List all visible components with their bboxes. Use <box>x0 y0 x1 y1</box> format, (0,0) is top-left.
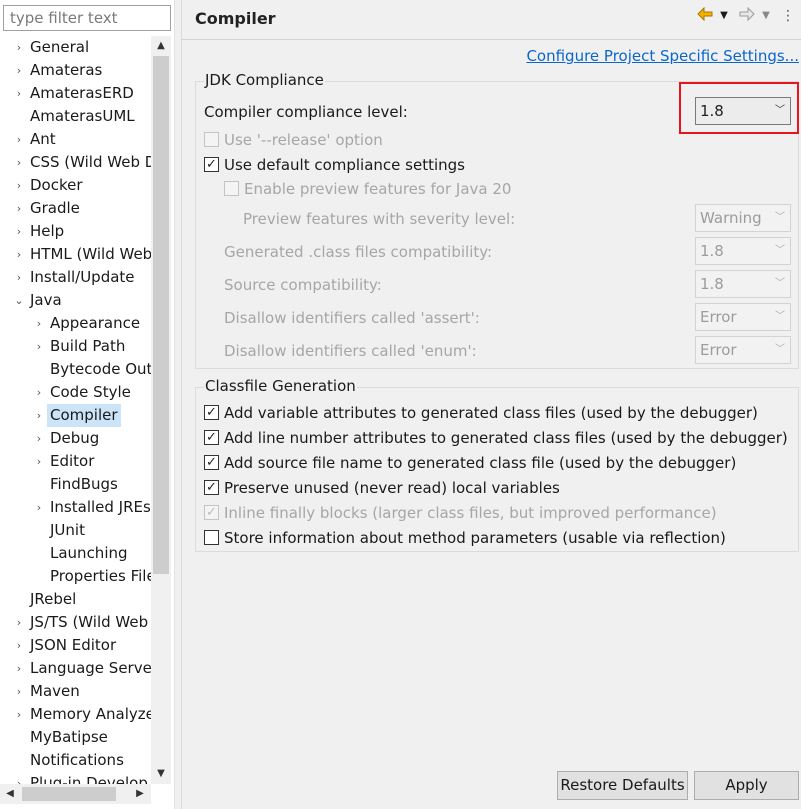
expand-icon[interactable]: › <box>13 680 25 703</box>
group-title: Classfile Generation <box>204 377 357 395</box>
page-title: Compiler <box>195 9 276 28</box>
chevron-down-icon: ﹀ <box>775 105 785 116</box>
expand-icon[interactable]: › <box>13 772 25 784</box>
forward-dropdown-icon[interactable]: ▼ <box>760 7 772 25</box>
tree-vertical-scrollbar[interactable]: ▲ ▼ <box>151 36 171 784</box>
generated-compat-select[interactable]: 1.8 ﹀ <box>695 237 791 265</box>
view-menu-icon[interactable]: ⋮ <box>781 7 795 25</box>
expand-icon[interactable]: › <box>13 220 25 243</box>
back-arrow-icon[interactable] <box>696 6 714 25</box>
scrollbar-thumb[interactable] <box>153 56 169 574</box>
checkbox-icon <box>204 132 219 147</box>
group-title: JDK Compliance <box>204 71 325 89</box>
chevron-down-icon: ﹀ <box>775 344 785 355</box>
pane-divider[interactable] <box>174 0 182 809</box>
preview-severity-select[interactable]: Warning ﹀ <box>695 204 791 232</box>
expand-icon[interactable]: › <box>13 36 25 59</box>
chevron-down-icon: ﹀ <box>775 245 785 256</box>
expand-icon[interactable]: › <box>13 266 25 289</box>
scroll-up-icon[interactable]: ▲ <box>151 37 171 55</box>
preference-tree: › General › Amateras › AmaterasERD Amateras… <box>0 36 151 784</box>
expand-icon[interactable]: › <box>13 82 25 105</box>
expand-icon[interactable]: › <box>13 657 25 680</box>
checkbox-icon <box>204 530 219 545</box>
chevron-down-icon: ﹀ <box>775 278 785 289</box>
expand-icon[interactable]: › <box>13 174 25 197</box>
compliance-level-select[interactable]: 1.8 ﹀ <box>695 97 791 125</box>
expand-icon[interactable]: › <box>33 381 45 404</box>
checkmark-icon: ✓ <box>204 430 219 445</box>
expand-icon[interactable]: › <box>13 634 25 657</box>
checkbox-icon <box>224 181 239 196</box>
checkmark-icon: ✓ <box>204 455 219 470</box>
checkmark-icon: ✓ <box>204 157 219 172</box>
expand-icon[interactable]: › <box>33 496 45 519</box>
title-separator <box>182 39 801 40</box>
expand-icon[interactable]: › <box>13 59 25 82</box>
checkmark-icon: ✓ <box>204 480 219 495</box>
enum-identifier-select[interactable]: Error ﹀ <box>695 336 791 364</box>
tree-horizontal-scrollbar[interactable]: ◀ ▶ <box>0 784 151 804</box>
expand-icon[interactable]: › <box>33 312 45 335</box>
scroll-right-icon[interactable]: ▶ <box>131 784 149 804</box>
configure-project-settings-link[interactable]: Configure Project Specific Settings... <box>526 47 799 65</box>
expand-icon[interactable]: › <box>13 703 25 726</box>
chevron-down-icon: ﹀ <box>775 311 785 322</box>
apply-button[interactable]: Apply <box>694 771 799 800</box>
back-dropdown-icon[interactable]: ▼ <box>718 7 730 25</box>
checkmark-icon: ✓ <box>204 405 219 420</box>
expand-icon[interactable]: › <box>33 335 45 358</box>
classfile-generation-group: Classfile Generation ✓ Add variable attr… <box>195 377 799 552</box>
compliance-level-label: Compiler compliance level: <box>204 103 408 121</box>
source-compat-select[interactable]: 1.8 ﹀ <box>695 270 791 298</box>
preview-severity-label: Preview features with severity level: <box>243 210 516 228</box>
preference-page: Compiler ▼ ▼ ⋮ Configure Project Specifi… <box>182 0 801 809</box>
expand-icon[interactable]: › <box>33 450 45 473</box>
source-compat-label: Source compatibility: <box>224 276 382 294</box>
scroll-down-icon[interactable]: ▼ <box>151 765 171 783</box>
scrollbar-thumb[interactable] <box>22 787 116 801</box>
scroll-left-icon[interactable]: ◀ <box>1 784 19 804</box>
expand-icon[interactable]: › <box>13 151 25 174</box>
expand-icon[interactable]: › <box>13 611 25 634</box>
restore-defaults-button[interactable]: Restore Defaults <box>557 771 688 800</box>
jdk-compliance-group: JDK Compliance Compiler compliance level… <box>195 71 799 369</box>
assert-identifier-label: Disallow identifiers called 'assert': <box>224 309 480 327</box>
chevron-down-icon: ﹀ <box>775 212 785 223</box>
forward-arrow-icon[interactable] <box>738 6 756 25</box>
expand-icon[interactable]: › <box>13 197 25 220</box>
collapse-icon[interactable]: ⌄ <box>13 289 25 312</box>
enum-identifier-label: Disallow identifiers called 'enum': <box>224 342 477 360</box>
preference-tree-pane: ›General ›Amateras ›AmaterasERD Amateras… <box>0 0 174 809</box>
generated-compat-label: Generated .class files compatibility: <box>224 243 493 261</box>
assert-identifier-select[interactable]: Error ﹀ <box>695 303 791 331</box>
checkmark-icon: ✓ <box>204 505 219 520</box>
expand-icon[interactable]: › <box>33 404 45 427</box>
expand-icon[interactable]: › <box>33 427 45 450</box>
expand-icon[interactable]: › <box>13 243 25 266</box>
expand-icon[interactable]: › <box>13 128 25 151</box>
filter-input[interactable] <box>3 5 171 31</box>
